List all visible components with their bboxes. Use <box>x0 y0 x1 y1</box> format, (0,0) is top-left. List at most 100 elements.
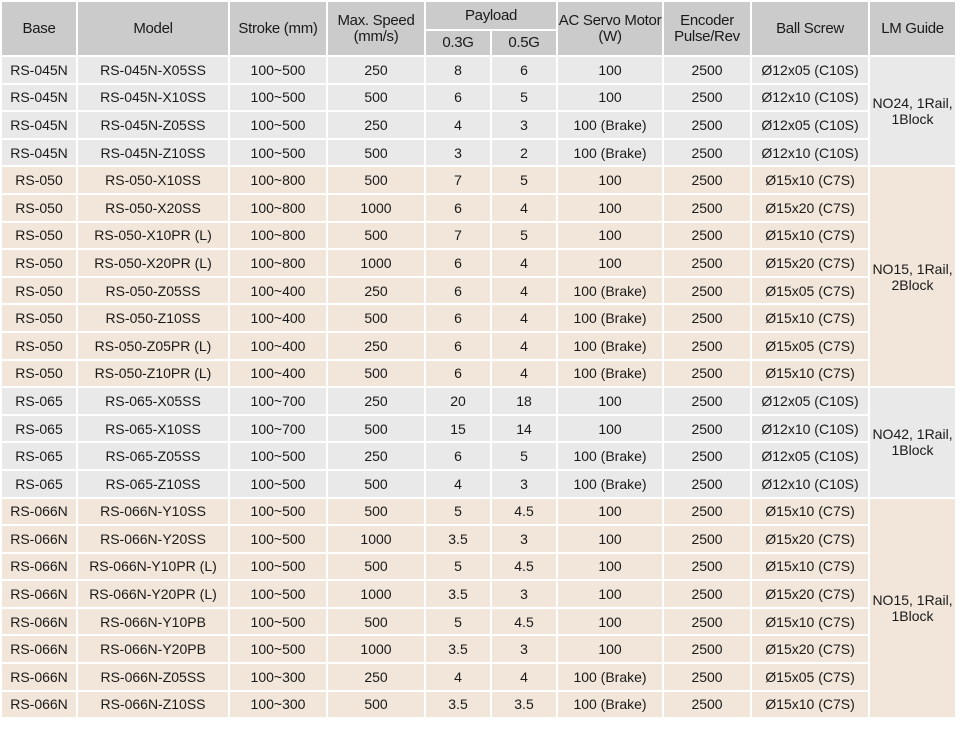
cell-ball-screw: Ø15x20 (C7S) <box>752 526 869 552</box>
cell-motor: 100 <box>558 498 663 525</box>
cell-max-speed: 1000 <box>328 581 424 607</box>
cell-max-speed: 250 <box>328 57 424 83</box>
cell-max-speed: 500 <box>328 415 424 442</box>
cell-model: RS-066N-Y20PB <box>78 636 228 663</box>
cell-stroke: 100~500 <box>230 498 326 525</box>
cell-payload-03g: 6 <box>426 84 490 111</box>
cell-payload-05g: 4 <box>492 305 557 331</box>
cell-stroke: 100~500 <box>230 636 326 663</box>
header-motor-label: AC Servo Motor (W) <box>558 11 662 45</box>
cell-encoder: 2500 <box>664 112 751 138</box>
cell-motor: 100 (Brake) <box>558 139 663 166</box>
cell-payload-03g: 4 <box>426 112 490 138</box>
cell-payload-05g: 3 <box>492 581 557 607</box>
cell-encoder: 2500 <box>664 636 751 663</box>
cell-max-speed: 250 <box>328 277 424 304</box>
cell-motor: 100 (Brake) <box>558 470 663 497</box>
cell-ball-screw: Ø15x20 (C7S) <box>752 636 869 663</box>
cell-encoder: 2500 <box>664 608 751 635</box>
cell-stroke: 100~500 <box>230 84 326 111</box>
header-encoder-label: Encoder Pulse/Rev <box>674 11 740 45</box>
cell-base: RS-065 <box>2 443 76 469</box>
cell-motor: 100 (Brake) <box>558 332 663 359</box>
cell-ball-screw: Ø15x20 (C7S) <box>752 194 869 221</box>
cell-base: RS-050 <box>2 250 76 276</box>
cell-payload-03g: 7 <box>426 167 490 193</box>
cell-encoder: 2500 <box>664 194 751 221</box>
cell-payload-05g: 5 <box>492 222 557 249</box>
cell-motor: 100 (Brake) <box>558 443 663 469</box>
cell-model: RS-065-X10SS <box>78 415 228 442</box>
cell-stroke: 100~500 <box>230 112 326 138</box>
cell-encoder: 2500 <box>664 222 751 249</box>
cell-max-speed: 250 <box>328 388 424 414</box>
header-max-speed: Max. Speed (mm/s) <box>328 2 424 55</box>
table-row: RS-045N RS-045N-Z10SS 100~500 500 3 2 100 (Bra… <box>2 139 955 166</box>
header-stroke: Stroke (mm) <box>230 2 326 55</box>
cell-model: RS-050-X20PR (L) <box>78 250 228 276</box>
cell-ball-screw: Ø15x10 (C7S) <box>752 608 869 635</box>
table-row: RS-065 RS-065-Z05SS 100~500 250 6 5 100 (Brake… <box>2 443 955 469</box>
cell-payload-05g: 4 <box>492 194 557 221</box>
cell-payload-03g: 3.5 <box>426 581 490 607</box>
cell-stroke: 100~500 <box>230 581 326 607</box>
cell-ball-screw: Ø12x05 (C10S) <box>752 112 869 138</box>
cell-payload-05g: 4.5 <box>492 608 557 635</box>
cell-encoder: 2500 <box>664 553 751 580</box>
cell-payload-05g: 18 <box>492 388 557 414</box>
cell-model: RS-066N-Z05SS <box>78 664 228 690</box>
cell-max-speed: 500 <box>328 608 424 635</box>
cell-payload-05g: 4 <box>492 360 557 387</box>
cell-base: RS-050 <box>2 305 76 331</box>
cell-encoder: 2500 <box>664 305 751 331</box>
cell-lm-guide: NO42, 1Rail, 1Block <box>870 388 956 497</box>
table-row: RS-065 RS-065-X10SS 100~700 500 15 14 100 2500 Ø… <box>2 415 955 442</box>
cell-motor: 100 (Brake) <box>558 112 663 138</box>
header-base: Base <box>2 2 76 55</box>
cell-motor: 100 <box>558 167 663 193</box>
cell-stroke: 100~700 <box>230 388 326 414</box>
cell-payload-05g: 5 <box>492 167 557 193</box>
cell-payload-03g: 4 <box>426 664 490 690</box>
cell-payload-05g: 6 <box>492 57 557 83</box>
cell-stroke: 100~500 <box>230 553 326 580</box>
cell-stroke: 100~500 <box>230 470 326 497</box>
cell-model: RS-066N-Z10SS <box>78 691 228 718</box>
cell-max-speed: 500 <box>328 305 424 331</box>
cell-base: RS-066N <box>2 581 76 607</box>
cell-base: RS-050 <box>2 332 76 359</box>
table-row: RS-050 RS-050-X20PR (L) 100~800 1000 6 4 100 25… <box>2 250 955 276</box>
cell-encoder: 2500 <box>664 388 751 414</box>
cell-model: RS-050-X20SS <box>78 194 228 221</box>
cell-base: RS-050 <box>2 222 76 249</box>
cell-motor: 100 <box>558 57 663 83</box>
cell-base: RS-066N <box>2 553 76 580</box>
cell-ball-screw: Ø12x05 (C10S) <box>752 443 869 469</box>
cell-motor: 100 <box>558 250 663 276</box>
cell-base: RS-066N <box>2 608 76 635</box>
table-row: RS-050 RS-050-Z10SS 100~400 500 6 4 100 (Brake… <box>2 305 955 331</box>
table-header: Base Model Stroke (mm) Max. Speed (mm/s)… <box>2 2 956 55</box>
cell-payload-05g: 14 <box>492 415 557 442</box>
cell-payload-03g: 6 <box>426 305 490 331</box>
table-row: RS-066N RS-066N-Z05SS 100~300 250 4 4 100 (Bra… <box>2 664 955 690</box>
table-row: RS-050 RS-050-Z05SS 100~400 250 6 4 100 (Brake… <box>2 277 955 304</box>
cell-payload-03g: 6 <box>426 277 490 304</box>
cell-lm-guide: NO15, 1Rail, 2Block <box>870 167 956 387</box>
cell-encoder: 2500 <box>664 581 751 607</box>
table-row: RS-065 RS-065-X05SS 100~700 250 20 18 100 2500 Ø… <box>2 388 956 497</box>
cell-encoder: 2500 <box>664 57 751 83</box>
cell-stroke: 100~800 <box>230 167 326 193</box>
cell-base: RS-066N <box>2 636 76 663</box>
cell-payload-03g: 3.5 <box>426 636 490 663</box>
cell-payload-03g: 6 <box>426 250 490 276</box>
cell-encoder: 2500 <box>664 470 751 497</box>
cell-model: RS-065-Z05SS <box>78 443 228 469</box>
cell-base: RS-065 <box>2 415 76 442</box>
cell-motor: 100 (Brake) <box>558 277 663 304</box>
cell-model: RS-066N-Y10SS <box>78 498 228 525</box>
cell-motor: 100 <box>558 84 663 111</box>
cell-encoder: 2500 <box>664 277 751 304</box>
cell-model: RS-066N-Y10PB <box>78 608 228 635</box>
cell-motor: 100 <box>558 194 663 221</box>
